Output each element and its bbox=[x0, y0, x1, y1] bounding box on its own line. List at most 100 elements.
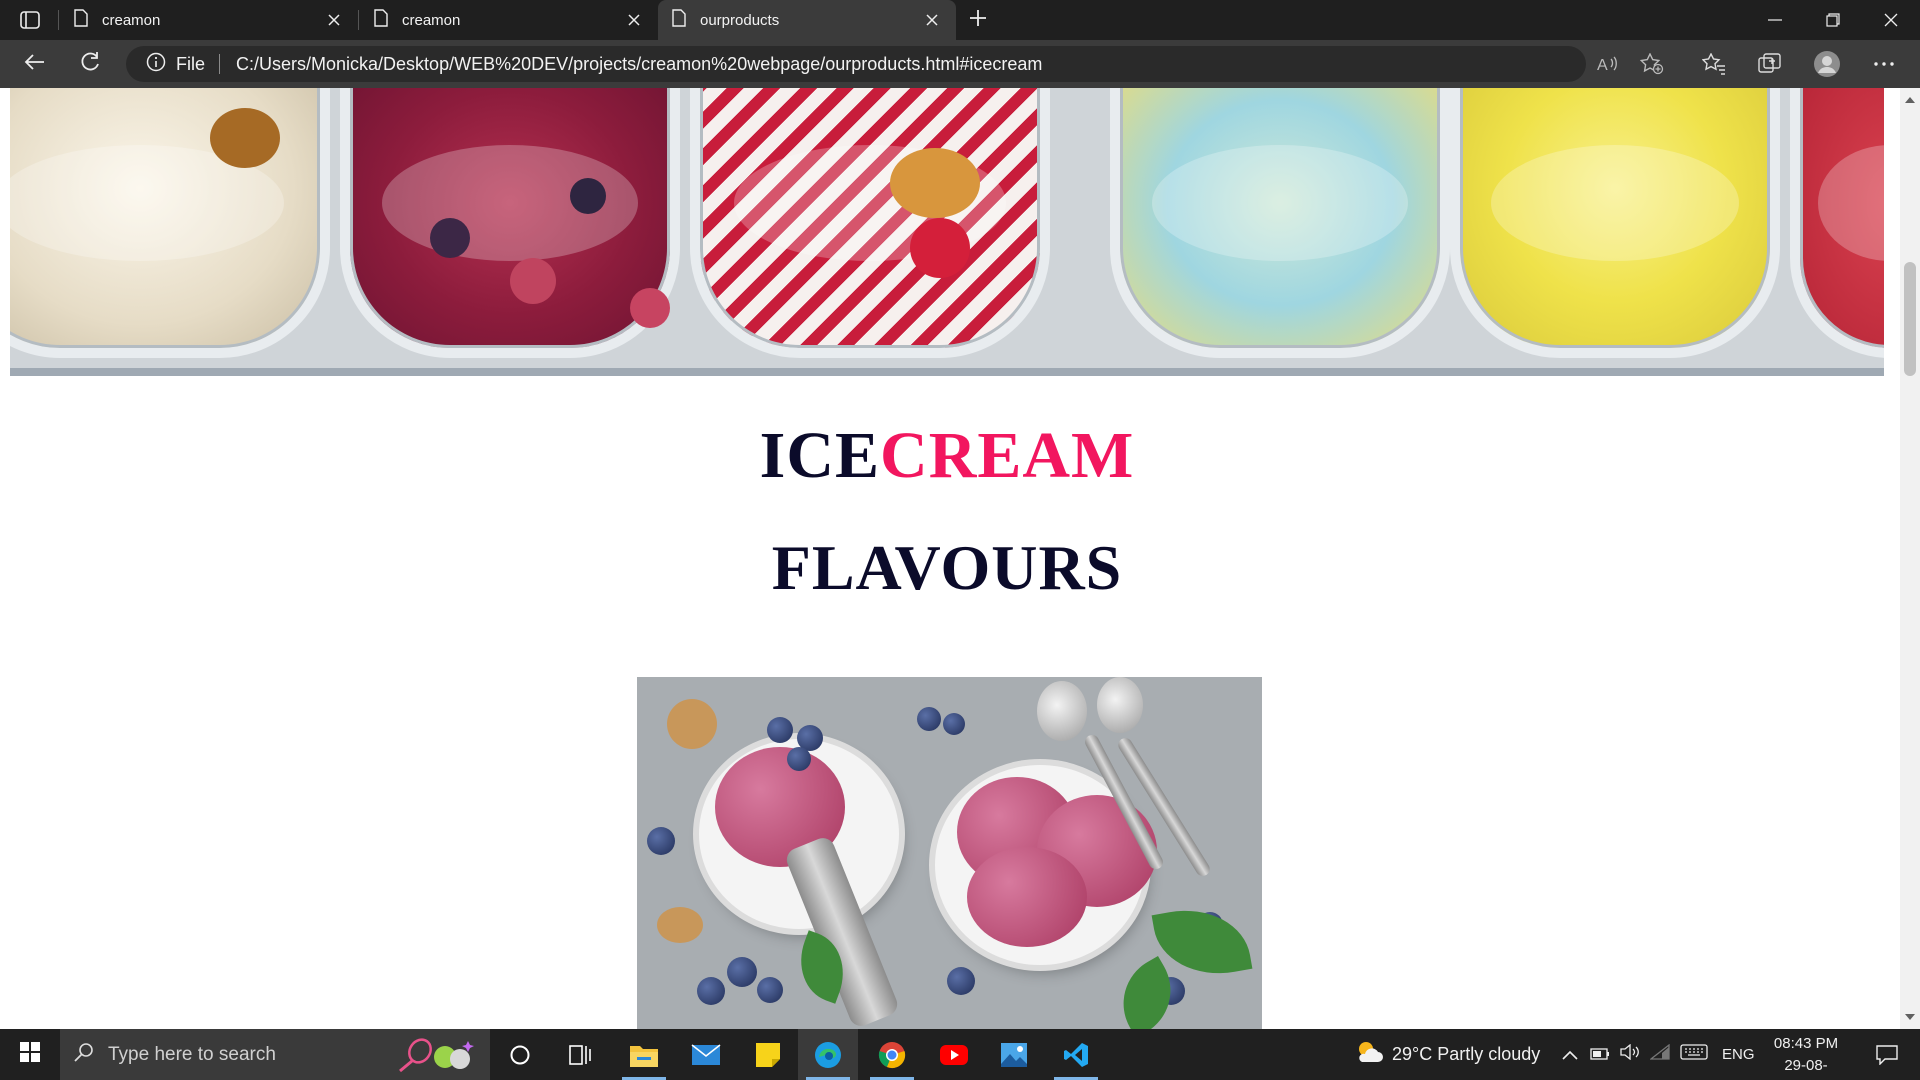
plus-icon bbox=[969, 9, 987, 32]
svg-text:A: A bbox=[1597, 57, 1608, 73]
close-icon[interactable] bbox=[624, 10, 644, 30]
task-view-icon[interactable] bbox=[550, 1029, 610, 1080]
wafer-piece bbox=[657, 907, 703, 943]
scroll-thumb[interactable] bbox=[1904, 262, 1916, 376]
document-icon bbox=[672, 9, 686, 31]
tab-title: creamon bbox=[102, 11, 161, 29]
browser-toolbar: File C:/Users/Monicka/Desktop/WEB%20DEV/… bbox=[0, 40, 1920, 88]
tab-creamon-1[interactable]: creamon bbox=[60, 0, 358, 40]
clock-time: 08:43 PM bbox=[1773, 1035, 1839, 1052]
back-arrow-icon bbox=[23, 53, 45, 76]
address-divider bbox=[219, 54, 221, 74]
url-text[interactable]: C:/Users/Monicka/Desktop/WEB%20DEV/proje… bbox=[236, 54, 1042, 75]
search-icon bbox=[74, 1042, 94, 1068]
berry-icecream-photo bbox=[637, 677, 1262, 1029]
tab-title: creamon bbox=[402, 11, 461, 29]
close-icon[interactable] bbox=[922, 10, 942, 30]
icecream-banner-image bbox=[10, 88, 1884, 376]
chrome-icon[interactable] bbox=[862, 1029, 922, 1080]
browser-tab-bar: creamon creamon ourproducts bbox=[0, 0, 1920, 40]
blueberry bbox=[943, 713, 965, 735]
star-add-icon[interactable] bbox=[1634, 48, 1670, 80]
file-explorer-icon[interactable] bbox=[614, 1029, 674, 1080]
battery-icon[interactable] bbox=[1590, 1044, 1610, 1065]
walnut-topping bbox=[210, 108, 280, 168]
partly-cloudy-icon bbox=[1354, 1040, 1384, 1069]
scroll-up-arrow-icon[interactable] bbox=[1900, 92, 1920, 108]
back-button[interactable] bbox=[16, 48, 52, 80]
mail-icon[interactable] bbox=[676, 1029, 736, 1080]
edge-icon[interactable] bbox=[798, 1029, 858, 1080]
tab-creamon-2[interactable]: creamon bbox=[360, 0, 658, 40]
cortana-icon[interactable] bbox=[490, 1029, 550, 1080]
scroll-down-arrow-icon[interactable] bbox=[1900, 1009, 1920, 1025]
weather-widget[interactable]: 29°C Partly cloudy bbox=[1354, 1029, 1540, 1080]
blueberry bbox=[917, 707, 941, 731]
language-indicator[interactable]: ENG bbox=[1722, 1046, 1755, 1063]
read-aloud-icon[interactable]: A bbox=[1590, 48, 1626, 80]
vscode-icon[interactable] bbox=[1046, 1029, 1106, 1080]
document-icon bbox=[374, 9, 388, 31]
blueberry bbox=[647, 827, 675, 855]
blueberry bbox=[947, 967, 975, 995]
windows-logo-icon bbox=[20, 1042, 40, 1067]
wifi-icon[interactable] bbox=[1649, 1043, 1670, 1065]
taskbar-clock[interactable]: 08:43 PM 29-08-2022 bbox=[1768, 1033, 1844, 1080]
lemon-tray bbox=[1450, 88, 1780, 358]
berry-dot bbox=[430, 218, 470, 258]
title-ice: ICE bbox=[759, 419, 881, 492]
scoop bbox=[967, 847, 1087, 947]
spoon bbox=[1097, 677, 1143, 733]
banner-base bbox=[10, 368, 1884, 376]
title-cream: CREAM bbox=[880, 419, 1135, 492]
favorites-icon[interactable] bbox=[1696, 48, 1732, 80]
tab-ourproducts[interactable]: ourproducts bbox=[658, 0, 956, 40]
windows-taskbar: Type here to search 29°C Partly cloudy E… bbox=[0, 1029, 1920, 1080]
berry-dot bbox=[510, 258, 556, 304]
strawberry-ripple-tray bbox=[690, 88, 1050, 358]
tab-separator bbox=[58, 10, 59, 30]
refresh-icon bbox=[79, 51, 101, 78]
page-subtitle: FLAVOURS bbox=[771, 532, 1123, 603]
blue-yellow-tray bbox=[1110, 88, 1450, 358]
system-tray-icons: ENG bbox=[1562, 1029, 1755, 1080]
close-icon[interactable] bbox=[324, 10, 344, 30]
collections-icon[interactable] bbox=[1752, 48, 1788, 80]
address-bar[interactable]: File C:/Users/Monicka/Desktop/WEB%20DEV/… bbox=[126, 46, 1586, 82]
restore-button[interactable] bbox=[1804, 0, 1862, 40]
new-tab-button[interactable] bbox=[960, 6, 996, 34]
close-window-button[interactable] bbox=[1862, 0, 1920, 40]
search-highlight-badminton-icon bbox=[390, 1037, 480, 1073]
page-scrollbar[interactable] bbox=[1900, 88, 1920, 1029]
profile-icon[interactable] bbox=[1809, 48, 1845, 80]
blueberry bbox=[767, 717, 793, 743]
notifications-icon[interactable] bbox=[1862, 1029, 1912, 1080]
wafer-topping bbox=[890, 148, 980, 218]
start-button[interactable] bbox=[0, 1029, 60, 1080]
strawberry-topping bbox=[910, 218, 970, 278]
vanilla-tray bbox=[10, 88, 330, 358]
berry-dot bbox=[630, 288, 670, 328]
tab-separator bbox=[358, 10, 359, 30]
minimize-button[interactable] bbox=[1746, 0, 1804, 40]
info-icon[interactable] bbox=[146, 52, 166, 77]
taskbar-search-box[interactable]: Type here to search bbox=[60, 1029, 490, 1080]
sticky-notes-icon[interactable] bbox=[738, 1029, 798, 1080]
youtube-icon[interactable] bbox=[924, 1029, 984, 1080]
volume-icon[interactable] bbox=[1620, 1043, 1640, 1065]
blueberry bbox=[757, 977, 783, 1003]
more-icon[interactable] bbox=[1866, 48, 1902, 80]
clock-date: 29-08-2022 bbox=[1784, 1057, 1828, 1080]
spoon bbox=[1037, 681, 1087, 741]
photos-icon[interactable] bbox=[984, 1029, 1044, 1080]
wafer-piece bbox=[667, 699, 717, 749]
blueberry bbox=[787, 747, 811, 771]
tab-actions-icon[interactable] bbox=[10, 7, 50, 33]
keyboard-icon[interactable] bbox=[1680, 1044, 1708, 1065]
document-icon bbox=[74, 9, 88, 31]
chevron-up-icon[interactable] bbox=[1562, 1044, 1578, 1065]
scheme-label: File bbox=[176, 53, 206, 74]
blueberry bbox=[727, 957, 757, 987]
refresh-button[interactable] bbox=[72, 48, 108, 80]
page-viewport: ICECREAM FLAVOURS bbox=[0, 88, 1920, 1029]
